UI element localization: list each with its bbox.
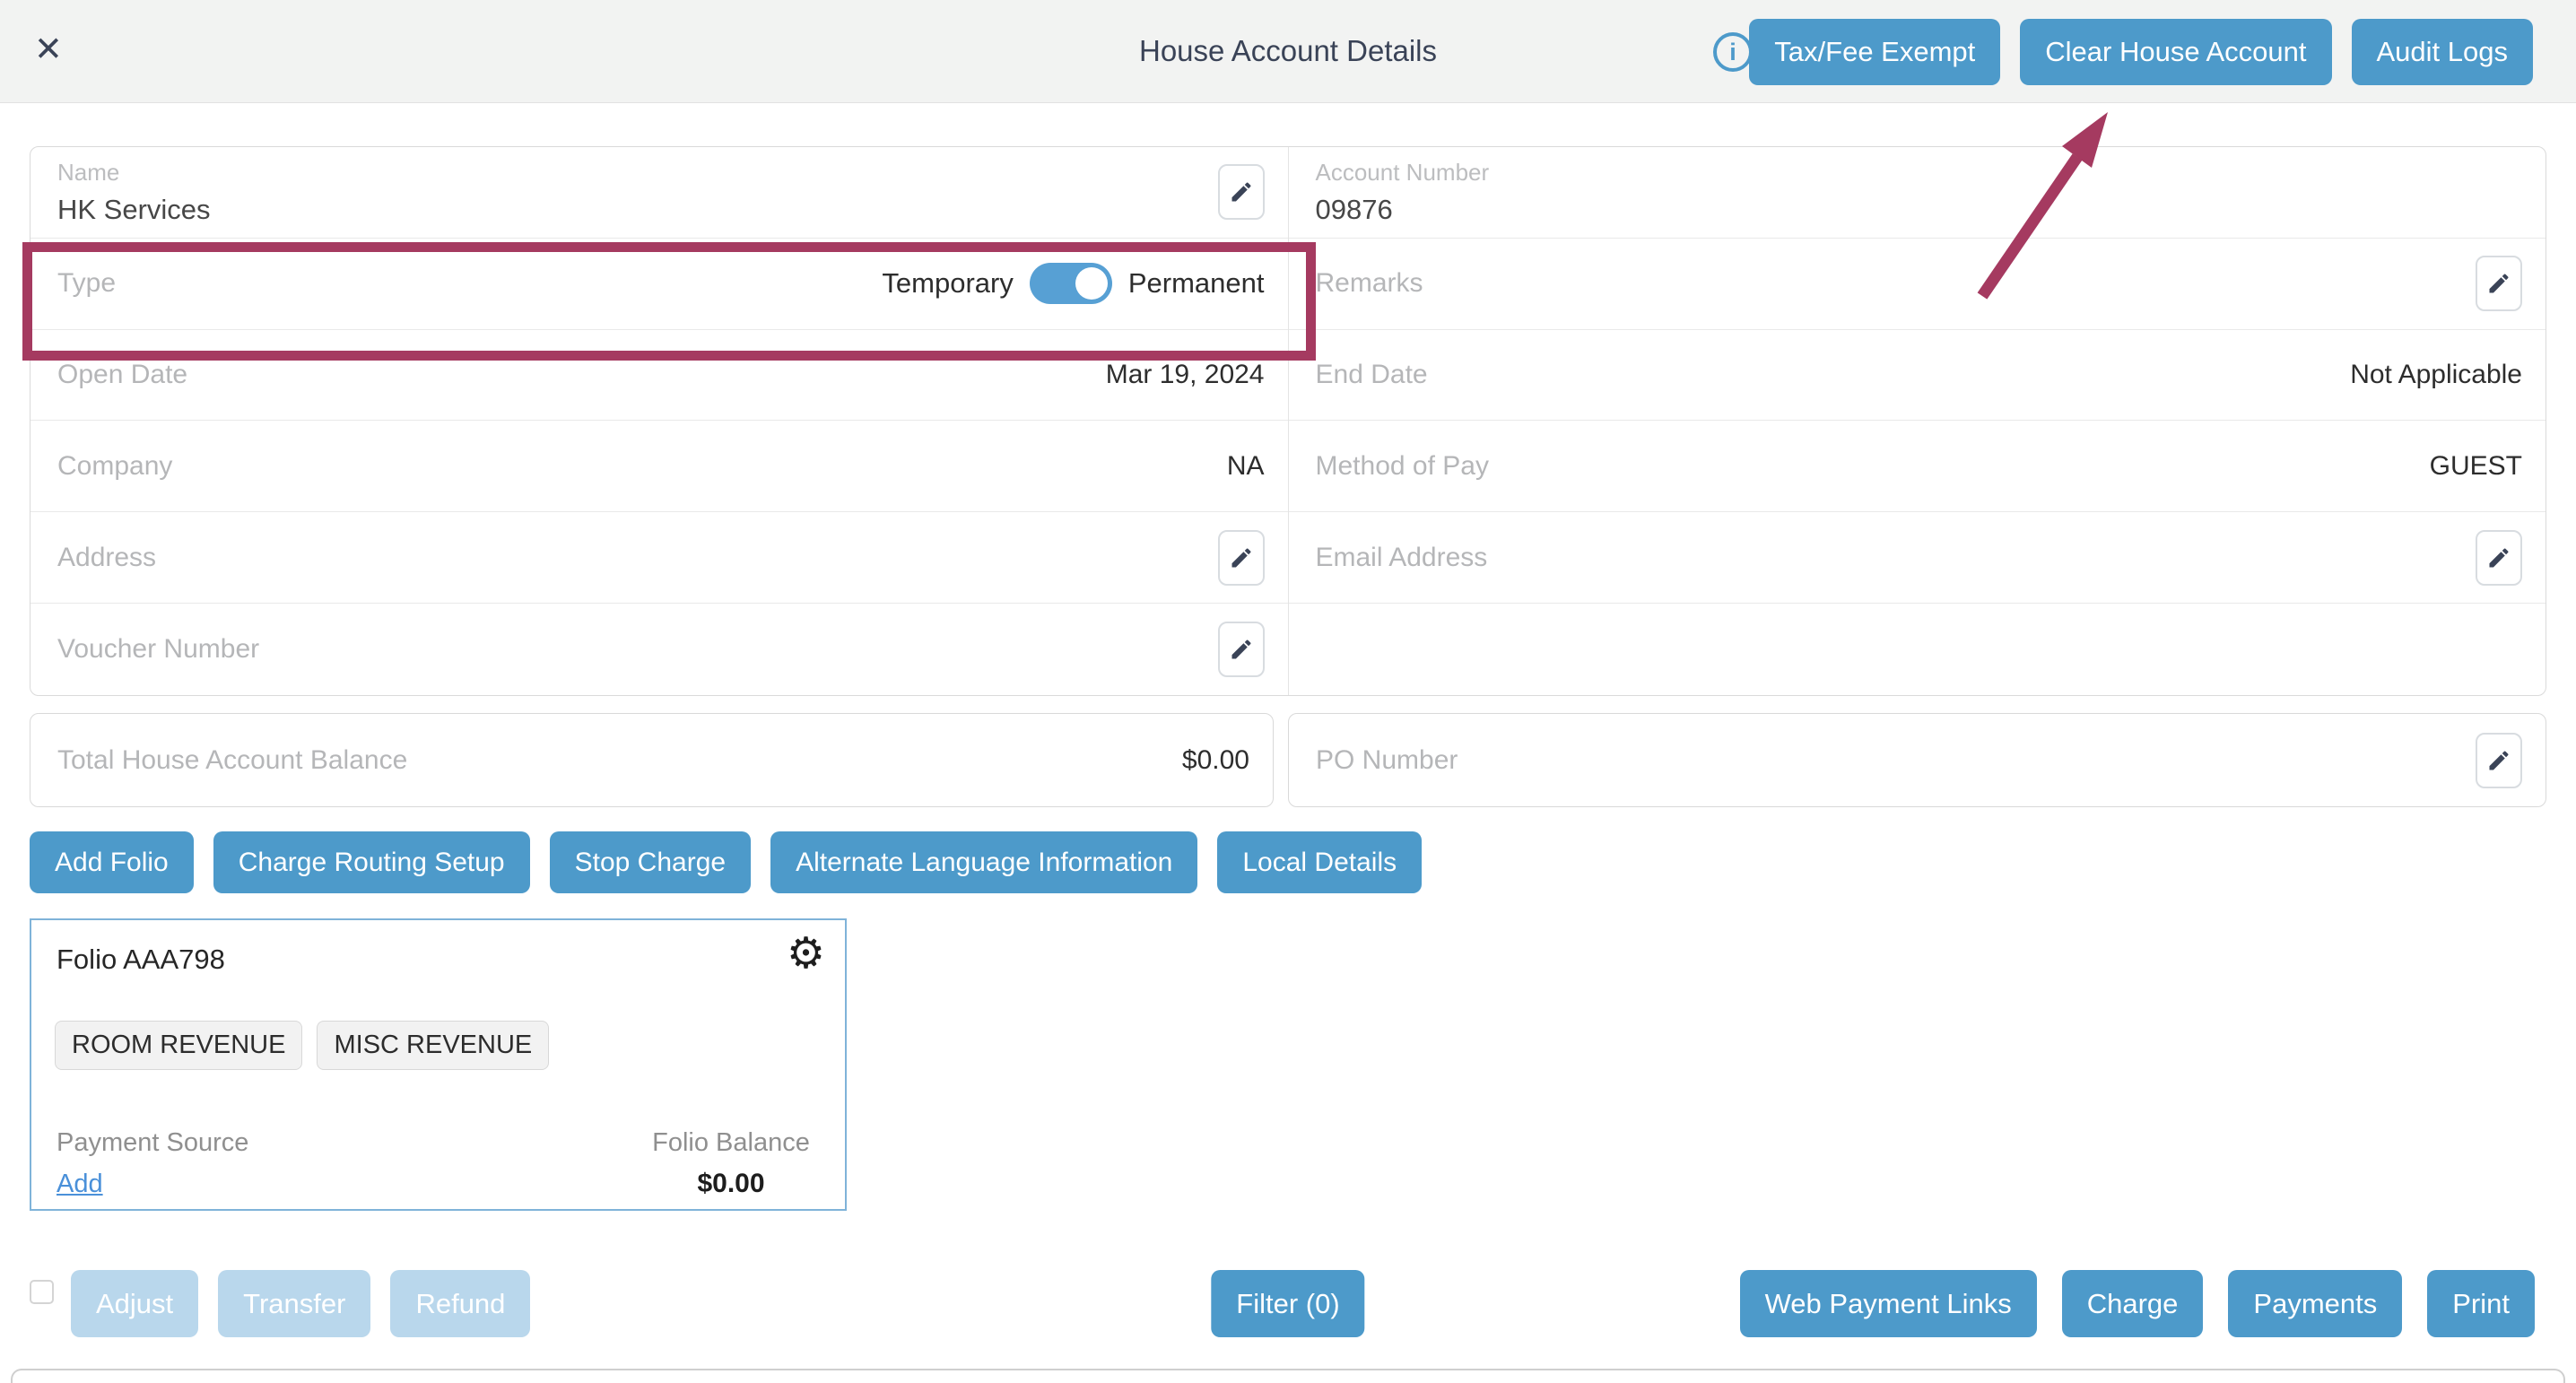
- charge-button[interactable]: Charge: [2062, 1270, 2204, 1337]
- edit-po-number-button[interactable]: [2476, 733, 2522, 788]
- method-of-pay-label: Method of Pay: [1316, 451, 2430, 482]
- name-label: Name: [57, 159, 119, 187]
- folio-balance-block: Folio Balance $0.00: [605, 1128, 857, 1199]
- address-row: Address: [30, 512, 1288, 604]
- email-address-row: Email Address: [1289, 512, 2546, 604]
- alternate-language-information-button[interactable]: Alternate Language Information: [770, 831, 1197, 893]
- form-left-column: Name HK Services Type Temporary Permanen…: [30, 147, 1288, 695]
- voucher-number-row: Voucher Number: [30, 604, 1288, 695]
- end-date-label: End Date: [1316, 360, 2351, 390]
- charge-routing-setup-button[interactable]: Charge Routing Setup: [213, 831, 530, 893]
- edit-name-button[interactable]: [1218, 164, 1265, 220]
- print-button[interactable]: Print: [2427, 1270, 2535, 1337]
- open-date-value: Mar 19, 2024: [1106, 360, 1265, 390]
- type-toggle[interactable]: [1030, 263, 1112, 304]
- header-bar: ✕ House Account Details i Tax/Fee Exempt…: [0, 0, 2576, 103]
- pencil-icon: [2486, 545, 2511, 570]
- folio-actions: Add Folio Charge Routing Setup Stop Char…: [30, 831, 1422, 893]
- select-all-checkbox[interactable]: [30, 1280, 54, 1304]
- remarks-label: Remarks: [1316, 268, 2476, 299]
- empty-row: [1289, 604, 2546, 695]
- transactions-toolbar: Adjust Transfer Refund Filter (0) Web Pa…: [0, 1270, 2576, 1337]
- payments-button[interactable]: Payments: [2228, 1270, 2402, 1337]
- refund-button[interactable]: Refund: [390, 1270, 530, 1337]
- folio-balance-value: $0.00: [605, 1169, 857, 1199]
- toggle-right-label: Permanent: [1128, 267, 1265, 300]
- gear-icon[interactable]: ⚙: [787, 933, 825, 976]
- clear-house-account-button[interactable]: Clear House Account: [2020, 19, 2331, 85]
- end-date-value: Not Applicable: [2350, 360, 2522, 390]
- folio-balance-label: Folio Balance: [605, 1128, 857, 1158]
- disabled-actions: Adjust Transfer Refund: [71, 1270, 530, 1337]
- add-folio-button[interactable]: Add Folio: [30, 831, 194, 893]
- po-number-label: PO Number: [1316, 745, 2476, 776]
- pencil-icon: [1229, 545, 1254, 570]
- transfer-button[interactable]: Transfer: [218, 1270, 370, 1337]
- remarks-row: Remarks: [1289, 239, 2546, 330]
- voucher-number-label: Voucher Number: [57, 634, 1218, 665]
- header-actions: Tax/Fee Exempt Clear House Account Audit…: [1749, 19, 2533, 85]
- method-of-pay-row: Method of Pay GUEST: [1289, 421, 2546, 512]
- edit-remarks-button[interactable]: [2476, 256, 2522, 311]
- edit-voucher-number-button[interactable]: [1218, 622, 1265, 677]
- pencil-icon: [1229, 637, 1254, 662]
- edit-email-button[interactable]: [2476, 530, 2522, 586]
- folio-card: Folio AAA798 ⚙ ROOM REVENUE MISC REVENUE…: [30, 918, 847, 1211]
- open-date-row: Open Date Mar 19, 2024: [30, 330, 1288, 422]
- adjust-button[interactable]: Adjust: [71, 1270, 198, 1337]
- folio-title: Folio AAA798: [57, 944, 225, 976]
- edit-address-button[interactable]: [1218, 530, 1265, 586]
- total-balance-row: Total House Account Balance $0.00: [30, 713, 1274, 807]
- web-payment-links-button[interactable]: Web Payment Links: [1740, 1270, 2037, 1337]
- local-details-button[interactable]: Local Details: [1217, 831, 1422, 893]
- info-icon[interactable]: i: [1713, 32, 1753, 72]
- pencil-icon: [1229, 179, 1254, 204]
- payment-source-label: Payment Source: [57, 1128, 248, 1158]
- company-value: NA: [1227, 451, 1265, 482]
- type-row: Type Temporary Permanent: [30, 239, 1288, 330]
- form-right-column: Account Number 09876 Remarks End Date No…: [1288, 147, 2546, 695]
- open-date-label: Open Date: [57, 360, 1106, 390]
- stop-charge-button[interactable]: Stop Charge: [550, 831, 751, 893]
- company-row: Company NA: [30, 421, 1288, 512]
- total-balance-value: $0.00: [1182, 745, 1249, 776]
- toggle-left-label: Temporary: [882, 267, 1013, 300]
- close-icon[interactable]: ✕: [34, 32, 63, 66]
- pencil-icon: [2486, 271, 2511, 296]
- name-value: HK Services: [57, 194, 211, 226]
- account-number-label: Account Number: [1316, 159, 1490, 187]
- account-number-row: Account Number 09876: [1289, 147, 2546, 239]
- company-label: Company: [57, 451, 1227, 482]
- po-number-row: PO Number: [1288, 713, 2546, 807]
- page-title: House Account Details: [1139, 34, 1437, 68]
- audit-logs-button[interactable]: Audit Logs: [2352, 19, 2534, 85]
- account-number-value: 09876: [1316, 194, 1393, 226]
- tax-fee-exempt-button[interactable]: Tax/Fee Exempt: [1749, 19, 2000, 85]
- folio-tag: MISC REVENUE: [317, 1021, 549, 1070]
- payment-actions: Web Payment Links Charge Payments Print: [1740, 1270, 2535, 1337]
- total-balance-label: Total House Account Balance: [57, 745, 1182, 776]
- pencil-icon: [2486, 748, 2511, 773]
- account-details-form: Name HK Services Type Temporary Permanen…: [30, 146, 2546, 696]
- address-label: Address: [57, 543, 1218, 573]
- email-address-label: Email Address: [1316, 543, 2476, 573]
- folio-tags: ROOM REVENUE MISC REVENUE: [55, 1021, 549, 1070]
- type-toggle-group: Temporary Permanent: [882, 263, 1264, 304]
- type-label: Type: [57, 268, 882, 299]
- filter-button[interactable]: Filter (0): [1211, 1270, 1364, 1337]
- end-date-row: End Date Not Applicable: [1289, 330, 2546, 422]
- folio-tag: ROOM REVENUE: [55, 1021, 302, 1070]
- name-row: Name HK Services: [30, 147, 1288, 239]
- toggle-knob: [1075, 267, 1108, 300]
- add-payment-source-link[interactable]: Add: [57, 1170, 103, 1199]
- method-of-pay-value: GUEST: [2430, 451, 2522, 482]
